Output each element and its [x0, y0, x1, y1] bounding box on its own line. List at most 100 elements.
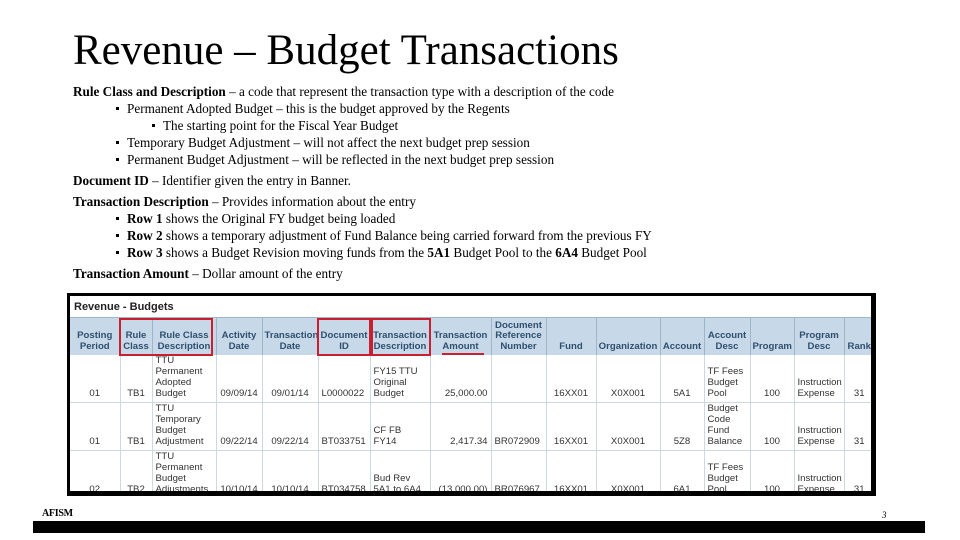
bullet-text: shows the Original FY budget being loade… — [162, 211, 396, 226]
table-cell: 6A1 — [659, 450, 704, 491]
rule-class-bullets-cont: Temporary Budget Adjustment – will not a… — [73, 134, 933, 168]
bullet-square-icon — [152, 124, 155, 127]
column-header[interactable]: Transaction Date — [261, 318, 318, 355]
document-id-term: Document ID — [73, 173, 149, 188]
column-header[interactable]: Fund — [545, 318, 596, 355]
table-cell: TB1 — [119, 402, 152, 451]
table-cell: X0X001 — [595, 450, 660, 491]
transaction-description-bullets: Row 1 shows the Original FY budget being… — [73, 210, 933, 261]
bullet-item: Row 1 shows the Original FY budget being… — [73, 210, 933, 227]
table-cell — [490, 355, 546, 403]
table-cell: BR076967 — [490, 450, 546, 491]
rule-class-definition: – a code that represent the transaction … — [225, 84, 614, 99]
table-cell: 09/22/14 — [261, 402, 318, 451]
table-cell: 100 — [749, 450, 794, 491]
table-cell: 5A1 — [659, 355, 704, 403]
bullet-item: Permanent Adopted Budget – this is the b… — [73, 100, 933, 117]
table-cell: 31 — [843, 450, 871, 491]
table-cell: 16XX01 — [545, 402, 596, 451]
column-header[interactable]: Rule Class — [119, 318, 152, 355]
table-cell: 09/09/14 — [215, 355, 262, 403]
table-row[interactable]: 01 TB1 TTU Permanent Adopted Budget 09/09/1… — [70, 355, 871, 403]
table-cell: X0X001 — [595, 355, 660, 403]
table-row[interactable]: 01 TB1 TTU Temporary Budget Adjustment 09/2… — [70, 402, 871, 451]
rule-class-paragraph: Rule Class and Description – a code that… — [73, 83, 933, 100]
column-header[interactable]: Account — [659, 318, 704, 355]
column-header[interactable]: Organization — [595, 318, 660, 355]
table-cell: 16XX01 — [545, 450, 596, 491]
table-row[interactable]: 02 TB2 TTU Permanent Budget Adjustments 10/… — [70, 450, 871, 491]
bullet-square-icon — [116, 141, 119, 144]
column-header[interactable]: Rule Class Description — [151, 318, 216, 355]
page-number: 3 — [882, 510, 887, 520]
column-header[interactable]: Program — [749, 318, 794, 355]
bullet-item: Temporary Budget Adjustment – will not a… — [73, 134, 933, 151]
transaction-amount-definition: – Dollar amount of the entry — [188, 266, 343, 281]
rule-class-term: Rule Class and Description — [73, 84, 226, 99]
table-cell: TTU Temporary Budget Adjustment — [151, 402, 216, 451]
table-cell: TTU Permanent Budget Adjustments — [151, 450, 216, 491]
table-cell: 16XX01 — [545, 355, 596, 403]
table-cell: 5Z8 — [659, 402, 704, 451]
transaction-amount-paragraph: Transaction Amount – Dollar amount of th… — [73, 265, 933, 282]
bullet-square-icon — [116, 234, 119, 237]
column-header[interactable]: Activity Date — [215, 318, 262, 355]
document-id-paragraph: Document ID – Identifier given the entry… — [73, 172, 933, 189]
table-cell: 2,417.34 — [429, 402, 491, 451]
table-cell: TF Fees Budget Pool — [703, 450, 750, 491]
bullet-item: Permanent Budget Adjustment – will be re… — [73, 151, 933, 168]
row-label: Row 2 — [127, 228, 163, 243]
column-header[interactable]: Account Desc — [703, 318, 750, 355]
column-header[interactable]: Transaction Amount — [429, 318, 491, 355]
sub-bullet-item: The starting point for the Fiscal Year B… — [73, 117, 933, 134]
table-cell: Budget Code Fund Balance — [703, 402, 750, 451]
bullet-text: shows a temporary adjustment of Fund Bal… — [162, 228, 652, 243]
table-cell: X0X001 — [595, 402, 660, 451]
column-header[interactable]: Transaction Description — [369, 318, 430, 355]
table-cell: 10/10/14 — [261, 450, 318, 491]
transaction-description-definition: – Provides information about the entry — [208, 194, 416, 209]
bullet-square-icon — [116, 107, 119, 110]
document-id-definition: – Identifier given the entry in Banner. — [148, 173, 351, 188]
table-cell: 10/10/14 — [215, 450, 262, 491]
table-cell: BT034758 — [317, 450, 370, 491]
bullet-square-icon — [116, 251, 119, 254]
table-cell: BT033751 — [317, 402, 370, 451]
bullet-text: Budget Pool to the — [450, 245, 556, 260]
table-body: 01 TB1 TTU Permanent Adopted Budget 09/09/1… — [70, 355, 871, 491]
bullet-text: shows a Budget Revision moving funds fro… — [162, 245, 428, 260]
underline-transaction-amount — [442, 353, 484, 355]
footer-bar — [33, 521, 925, 533]
slide-body: Rule Class and Description – a code that… — [73, 83, 933, 282]
table-cell: 09/22/14 — [215, 402, 262, 451]
column-header[interactable]: Document Reference Number — [490, 318, 546, 355]
bullet-text: Permanent Adopted Budget – this is the b… — [127, 101, 510, 116]
footer-org-label: AFISM — [42, 508, 73, 519]
report-title: Revenue - Budgets — [70, 296, 871, 318]
table-cell: (13,000.00) — [429, 450, 491, 491]
table-cell: Bud Rev 5A1 to 6A4 — [369, 450, 430, 491]
rule-class-bullets: Permanent Adopted Budget – this is the b… — [73, 100, 933, 117]
rule-class-sub-bullets: The starting point for the Fiscal Year B… — [73, 117, 933, 134]
bullet-text: Temporary Budget Adjustment – will not a… — [127, 135, 530, 150]
column-header[interactable]: Rank — [843, 318, 871, 355]
table-cell: 09/01/14 — [261, 355, 318, 403]
column-header[interactable]: Program Desc — [793, 318, 844, 355]
row-label: Row 1 — [127, 211, 163, 226]
slide-title: Revenue – Budget Transactions — [73, 27, 619, 74]
table-cell: Instruction Expense — [793, 355, 844, 403]
budget-pool-code: 5A1 — [427, 245, 451, 260]
bullet-item: Row 2 shows a temporary adjustment of Fu… — [73, 227, 933, 244]
table-cell: TB1 — [119, 355, 152, 403]
transaction-description-paragraph: Transaction Description – Provides infor… — [73, 193, 933, 210]
table-cell: Instruction Expense — [793, 402, 844, 451]
table-cell: 31 — [843, 402, 871, 451]
transaction-amount-term: Transaction Amount — [73, 266, 189, 281]
row-label: Row 3 — [127, 245, 163, 260]
column-header[interactable]: Posting Period — [70, 318, 120, 355]
bullet-text: Budget Pool — [577, 245, 647, 260]
bullet-square-icon — [116, 217, 119, 220]
table-cell: Instruction Expense — [793, 450, 844, 491]
column-header[interactable]: Document ID — [317, 318, 370, 355]
table-cell: 100 — [749, 355, 794, 403]
